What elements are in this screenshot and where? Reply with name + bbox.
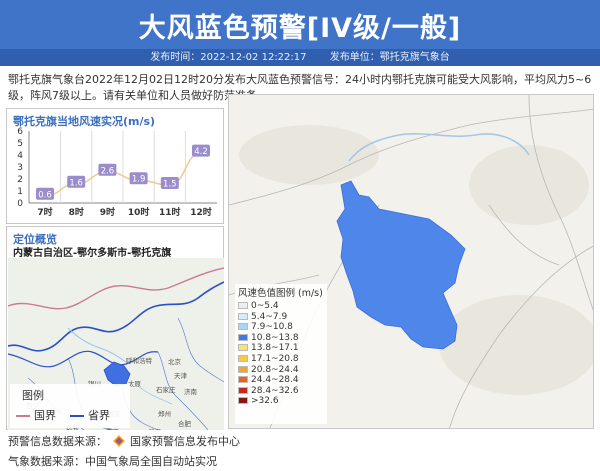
speed-color-swatch xyxy=(238,323,248,331)
speed-legend-item: 28.4~32.6 xyxy=(235,386,327,397)
y-tick-label: 3 xyxy=(17,163,23,173)
location-subtitle: 内蒙古自治区-鄂尔多斯市-鄂托克旗 xyxy=(13,248,172,259)
publish-time: 发布时间：2022-12-02 12:22:17 xyxy=(150,52,307,63)
speed-legend-item: >32.6 xyxy=(235,396,327,407)
publisher: 发布单位：鄂托克旗气象台 xyxy=(329,52,450,63)
speed-legend-item: 13.8~17.1 xyxy=(235,343,327,354)
x-tick-label: 12时 xyxy=(190,206,212,218)
speed-legend-label: 28.4~32.6 xyxy=(251,385,299,396)
speed-legend-title: 风速色值图例 (m/s) xyxy=(238,288,323,299)
x-tick-label: 8时 xyxy=(69,206,84,218)
wind-speed-panel: 鄂托克旗当地风速实况(m/s) 0 1 2 3 4 5 6 0.6 7时 1.6 8时 2.6 9时 1.… xyxy=(6,108,224,224)
warning-center-logo-icon xyxy=(112,435,125,447)
header-banner: 大风蓝色预警[IV级/一般] 发布时间：2022-12-02 12:22:17 … xyxy=(0,0,600,66)
y-tick-label: 6 xyxy=(17,127,23,137)
overview-map[interactable]: 呼和浩特北京天津太原石家庄银川兰州西宁西安郑州济南成都重庆武汉合肥 图例 国界 … xyxy=(8,258,224,430)
speed-legend-label: >32.6 xyxy=(251,396,279,407)
legend-national-border-label: 国界 xyxy=(34,409,56,422)
speed-legend-item: 0~5.4 xyxy=(235,301,327,312)
speed-legend-rows: 0~5.4 5.4~7.9 7.9~10.8 10.8~13.8 13.8~17.1 17… xyxy=(235,301,327,407)
data-label: 4.2 xyxy=(194,147,208,157)
province-border-swatch xyxy=(70,415,84,417)
location-panel: 定位概览 内蒙古自治区-鄂尔多斯市-鄂托克旗 呼和浩特北京天津太原石家庄银川 xyxy=(6,226,224,430)
legend-province-border-label: 省界 xyxy=(88,409,110,422)
speed-color-swatch xyxy=(238,386,248,394)
speed-legend-item: 24.4~28.4 xyxy=(235,375,327,386)
y-tick-label: 4 xyxy=(17,151,23,161)
speed-color-swatch xyxy=(238,302,248,309)
speed-color-swatch xyxy=(238,333,248,341)
speed-legend-label: 0~5.4 xyxy=(251,301,279,311)
speed-legend-item: 10.8~13.8 xyxy=(235,333,327,344)
speed-color-legend: 风速色值图例 (m/s) 0~5.4 5.4~7.9 7.9~10.8 10.8~13… xyxy=(235,284,327,424)
speed-legend-label: 5.4~7.9 xyxy=(251,311,288,322)
speed-legend-label: 24.4~28.4 xyxy=(251,375,299,386)
speed-legend-item: 17.1~20.8 xyxy=(235,354,327,365)
data-label: 1.5 xyxy=(163,180,177,190)
speed-color-swatch xyxy=(238,376,248,384)
city-label: 合肥 xyxy=(178,420,191,428)
city-label: 济南 xyxy=(184,388,197,396)
x-tick-label: 9时 xyxy=(100,206,115,218)
city-label: 天津 xyxy=(174,372,187,380)
map-legend-title: 图例 xyxy=(22,389,44,402)
y-tick-label: 0 xyxy=(17,199,23,209)
legend-province-border: 省界 xyxy=(70,407,110,423)
speed-legend-label: 17.1~20.8 xyxy=(251,353,299,364)
data-label: 1.6 xyxy=(69,178,83,188)
speed-color-swatch xyxy=(238,397,248,405)
speed-legend-label: 13.8~17.1 xyxy=(251,343,299,354)
national-border-swatch xyxy=(16,415,30,417)
warning-title: 大风蓝色预警[IV级/一般] xyxy=(138,13,462,44)
warning-source-name[interactable]: 国家预警信息发布中心 xyxy=(130,435,240,448)
publish-meta: 发布时间：2022-12-02 12:22:17 发布单位：鄂托克旗气象台 xyxy=(0,49,600,66)
data-label: 0.6 xyxy=(38,190,52,200)
speed-legend-item: 20.8~24.4 xyxy=(235,365,327,376)
main-map[interactable]: 风速色值图例 (m/s) 0~5.4 5.4~7.9 7.9~10.8 10.8~13… xyxy=(228,94,594,429)
y-tick-label: 5 xyxy=(17,139,23,149)
wind-speed-chart: 0 1 2 3 4 5 6 0.6 7时 1.6 8时 2.6 9时 1.9 10时 1.5 11时 4.2 12时 xyxy=(17,127,217,218)
map-legend: 图例 国界 省界 xyxy=(10,384,130,428)
speed-color-swatch xyxy=(238,312,248,320)
warning-source: 预警信息数据来源： 国家预警信息发布中心 xyxy=(8,433,240,449)
warning-source-label: 预警信息数据来源： xyxy=(8,435,107,448)
speed-legend-label: 20.8~24.4 xyxy=(251,364,299,375)
weather-data-source: 气象数据来源：中国气象局全国自动站实况 xyxy=(8,455,217,468)
city-label: 郑州 xyxy=(158,410,171,418)
data-label: 2.6 xyxy=(101,166,115,176)
legend-national-border: 国界 xyxy=(16,407,56,423)
y-tick-label: 1 xyxy=(17,187,23,197)
x-tick-label: 11时 xyxy=(159,206,181,218)
x-tick-label: 7时 xyxy=(37,206,52,218)
city-label: 石家庄 xyxy=(156,386,176,394)
city-label: 呼和浩特 xyxy=(126,357,152,365)
speed-color-swatch xyxy=(238,344,248,352)
speed-legend-item: 5.4~7.9 xyxy=(235,312,327,323)
data-label: 1.9 xyxy=(132,175,146,185)
city-label: 武汉 xyxy=(148,426,161,430)
speed-legend-label: 10.8~13.8 xyxy=(251,332,299,343)
y-tick-label: 2 xyxy=(17,175,23,185)
speed-color-swatch xyxy=(238,354,248,362)
city-label: 北京 xyxy=(168,358,181,366)
speed-legend-item: 7.9~10.8 xyxy=(235,322,327,333)
x-tick-label: 10时 xyxy=(128,206,150,218)
speed-legend-label: 7.9~10.8 xyxy=(251,322,293,333)
speed-color-swatch xyxy=(238,365,248,373)
